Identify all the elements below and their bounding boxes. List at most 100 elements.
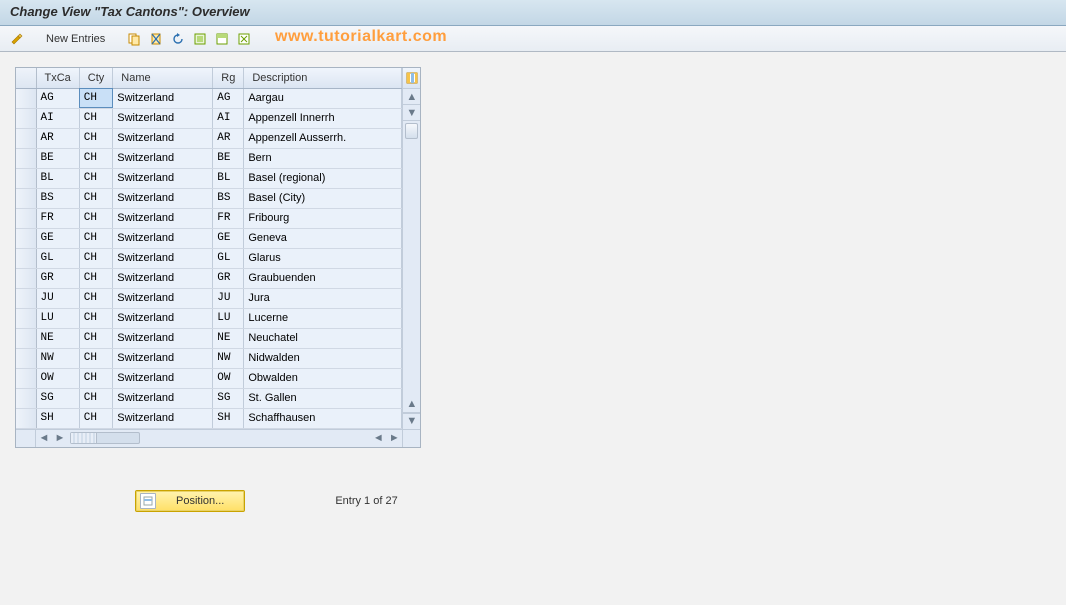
cell-desc[interactable]: St. Gallen [244, 388, 402, 408]
row-selector[interactable] [16, 228, 36, 248]
cell-name[interactable]: Switzerland [113, 388, 213, 408]
cell-rg[interactable]: NE [213, 328, 244, 348]
cell-rg[interactable]: GE [213, 228, 244, 248]
cell-rg[interactable]: NW [213, 348, 244, 368]
cell-name[interactable]: Switzerland [113, 368, 213, 388]
cell-cty[interactable]: CH [79, 168, 113, 188]
row-selector[interactable] [16, 128, 36, 148]
cell-name[interactable]: Switzerland [113, 188, 213, 208]
cell-desc[interactable]: Obwalden [244, 368, 402, 388]
cell-txca[interactable]: GE [36, 228, 79, 248]
cell-cty[interactable]: CH [79, 208, 113, 228]
cell-name[interactable]: Switzerland [113, 408, 213, 428]
cell-cty[interactable]: CH [79, 288, 113, 308]
cell-desc[interactable]: Geneva [244, 228, 402, 248]
column-header-name[interactable]: Name [113, 68, 213, 88]
cell-desc[interactable]: Basel (regional) [244, 168, 402, 188]
row-selector[interactable] [16, 248, 36, 268]
select-all-icon[interactable] [191, 30, 209, 48]
cell-cty[interactable]: CH [79, 368, 113, 388]
cell-cty[interactable]: CH [79, 228, 113, 248]
cell-cty[interactable]: CH [79, 88, 113, 108]
cell-cty[interactable]: CH [79, 268, 113, 288]
cell-cty[interactable]: CH [79, 328, 113, 348]
row-selector[interactable] [16, 208, 36, 228]
row-selector[interactable] [16, 88, 36, 108]
cell-txca[interactable]: NE [36, 328, 79, 348]
cell-rg[interactable]: AI [213, 108, 244, 128]
scroll-down-button[interactable]: ▼ [403, 413, 420, 429]
cell-desc[interactable]: Aargau [244, 88, 402, 108]
cell-cty[interactable]: CH [79, 108, 113, 128]
cell-rg[interactable]: OW [213, 368, 244, 388]
cell-txca[interactable]: LU [36, 308, 79, 328]
cell-txca[interactable]: BE [36, 148, 79, 168]
cell-rg[interactable]: SG [213, 388, 244, 408]
cell-txca[interactable]: NW [36, 348, 79, 368]
cell-cty[interactable]: CH [79, 308, 113, 328]
select-block-icon[interactable] [213, 30, 231, 48]
vertical-scrollbar-track[interactable] [403, 121, 420, 397]
cell-cty[interactable]: CH [79, 128, 113, 148]
cell-cty[interactable]: CH [79, 408, 113, 428]
cell-txca[interactable]: SG [36, 388, 79, 408]
column-header-txca[interactable]: TxCa [36, 68, 79, 88]
row-selector[interactable] [16, 268, 36, 288]
cell-name[interactable]: Switzerland [113, 88, 213, 108]
cell-rg[interactable]: AG [213, 88, 244, 108]
cell-txca[interactable]: JU [36, 288, 79, 308]
cell-txca[interactable]: AR [36, 128, 79, 148]
cell-rg[interactable]: SH [213, 408, 244, 428]
scroll-left-step-button[interactable]: ◄ [370, 430, 386, 446]
cell-txca[interactable]: SH [36, 408, 79, 428]
column-header-cty[interactable]: Cty [79, 68, 113, 88]
cell-name[interactable]: Switzerland [113, 108, 213, 128]
cell-txca[interactable]: AG [36, 88, 79, 108]
cell-rg[interactable]: LU [213, 308, 244, 328]
cell-name[interactable]: Switzerland [113, 328, 213, 348]
cell-name[interactable]: Switzerland [113, 148, 213, 168]
scroll-up-step-button[interactable]: ▲ [403, 397, 420, 413]
configure-columns-icon[interactable] [403, 68, 420, 89]
cell-desc[interactable]: Basel (City) [244, 188, 402, 208]
cell-txca[interactable]: GR [36, 268, 79, 288]
row-selector[interactable] [16, 308, 36, 328]
cell-name[interactable]: Switzerland [113, 228, 213, 248]
cell-rg[interactable]: GL [213, 248, 244, 268]
cell-txca[interactable]: BS [36, 188, 79, 208]
cell-desc[interactable]: Appenzell Innerrh [244, 108, 402, 128]
cell-desc[interactable]: Appenzell Ausserrh. [244, 128, 402, 148]
cell-cty[interactable]: CH [79, 188, 113, 208]
cell-name[interactable]: Switzerland [113, 128, 213, 148]
cell-rg[interactable]: BS [213, 188, 244, 208]
row-selector[interactable] [16, 408, 36, 428]
row-selector[interactable] [16, 108, 36, 128]
cell-desc[interactable]: Fribourg [244, 208, 402, 228]
cell-rg[interactable]: GR [213, 268, 244, 288]
cell-txca[interactable]: BL [36, 168, 79, 188]
cell-txca[interactable]: GL [36, 248, 79, 268]
cell-name[interactable]: Switzerland [113, 348, 213, 368]
cell-name[interactable]: Switzerland [113, 168, 213, 188]
select-all-rows[interactable] [16, 68, 36, 88]
scroll-up-button[interactable]: ▲ [403, 89, 420, 105]
delete-icon[interactable] [147, 30, 165, 48]
cell-txca[interactable]: FR [36, 208, 79, 228]
cell-txca[interactable]: AI [36, 108, 79, 128]
copy-as-icon[interactable] [125, 30, 143, 48]
scroll-left-button[interactable]: ◄ [36, 430, 52, 446]
cell-name[interactable]: Switzerland [113, 308, 213, 328]
cell-name[interactable]: Switzerland [113, 288, 213, 308]
cell-name[interactable]: Switzerland [113, 248, 213, 268]
column-header-rg[interactable]: Rg [213, 68, 244, 88]
vertical-scrollbar-thumb[interactable] [405, 123, 418, 139]
row-selector[interactable] [16, 328, 36, 348]
cell-desc[interactable]: Glarus [244, 248, 402, 268]
cell-rg[interactable]: BE [213, 148, 244, 168]
row-selector[interactable] [16, 288, 36, 308]
cell-desc[interactable]: Bern [244, 148, 402, 168]
row-selector[interactable] [16, 148, 36, 168]
cell-cty[interactable]: CH [79, 388, 113, 408]
toggle-display-change-icon[interactable] [8, 30, 26, 48]
cell-name[interactable]: Switzerland [113, 208, 213, 228]
